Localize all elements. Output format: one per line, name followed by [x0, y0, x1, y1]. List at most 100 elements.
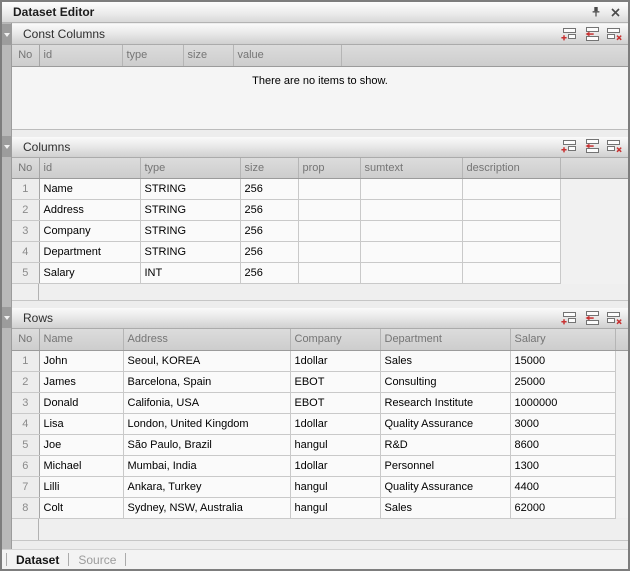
- column-header-id[interactable]: id: [39, 45, 122, 66]
- cell[interactable]: Mumbai, India: [123, 455, 290, 476]
- cell[interactable]: 25000: [510, 371, 615, 392]
- cell[interactable]: Quality Assurance: [380, 476, 510, 497]
- add-row-icon[interactable]: [560, 27, 577, 42]
- cell[interactable]: London, United Kingdom: [123, 413, 290, 434]
- cell[interactable]: hangul: [290, 476, 380, 497]
- cell[interactable]: [360, 221, 462, 242]
- cell[interactable]: [462, 200, 560, 221]
- cell[interactable]: 256: [240, 221, 298, 242]
- close-icon[interactable]: [610, 7, 621, 18]
- cell[interactable]: [360, 200, 462, 221]
- cell[interactable]: Sales: [380, 497, 510, 518]
- column-header-type[interactable]: type: [140, 158, 240, 179]
- cell[interactable]: 4400: [510, 476, 615, 497]
- move-row-icon[interactable]: [583, 139, 600, 154]
- cell[interactable]: [462, 263, 560, 284]
- cell[interactable]: Joe: [39, 434, 123, 455]
- cell[interactable]: John: [39, 350, 123, 371]
- cell[interactable]: Barcelona, Spain: [123, 371, 290, 392]
- cell[interactable]: STRING: [140, 200, 240, 221]
- cell[interactable]: Quality Assurance: [380, 413, 510, 434]
- collapse-const-columns-icon[interactable]: [2, 24, 12, 45]
- cell[interactable]: hangul: [290, 434, 380, 455]
- cell[interactable]: [298, 263, 360, 284]
- cell[interactable]: [462, 179, 560, 200]
- cell[interactable]: 15000: [510, 350, 615, 371]
- cell[interactable]: Consulting: [380, 371, 510, 392]
- cell[interactable]: Company: [39, 221, 140, 242]
- column-header-size[interactable]: size: [183, 45, 233, 66]
- cell[interactable]: Lilli: [39, 476, 123, 497]
- delete-row-icon[interactable]: [606, 139, 623, 154]
- cell[interactable]: Personnel: [380, 455, 510, 476]
- cell[interactable]: 256: [240, 200, 298, 221]
- cell[interactable]: [462, 242, 560, 263]
- cell[interactable]: 62000: [510, 497, 615, 518]
- cell[interactable]: [298, 242, 360, 263]
- cell[interactable]: Lisa: [39, 413, 123, 434]
- cell[interactable]: INT: [140, 263, 240, 284]
- column-header-prop[interactable]: prop: [298, 158, 360, 179]
- section-header-const-columns[interactable]: Const Columns: [12, 24, 628, 45]
- cell[interactable]: EBOT: [290, 371, 380, 392]
- cell[interactable]: 1dollar: [290, 350, 380, 371]
- cell[interactable]: [298, 221, 360, 242]
- cell[interactable]: 3000: [510, 413, 615, 434]
- cell[interactable]: hangul: [290, 497, 380, 518]
- cell[interactable]: 1300: [510, 455, 615, 476]
- cell[interactable]: 1000000: [510, 392, 615, 413]
- column-header-size[interactable]: size: [240, 158, 298, 179]
- column-header-salary[interactable]: Salary: [510, 329, 615, 350]
- column-header-value[interactable]: value: [233, 45, 341, 66]
- cell[interactable]: [462, 221, 560, 242]
- cell[interactable]: Address: [39, 200, 140, 221]
- column-header-type[interactable]: type: [122, 45, 183, 66]
- collapse-columns-icon[interactable]: [2, 136, 12, 157]
- section-header-columns[interactable]: Columns: [12, 137, 628, 158]
- cell[interactable]: Califonia, USA: [123, 392, 290, 413]
- column-header-name[interactable]: Name: [39, 329, 123, 350]
- cell[interactable]: EBOT: [290, 392, 380, 413]
- cell[interactable]: 256: [240, 242, 298, 263]
- cell[interactable]: STRING: [140, 221, 240, 242]
- cell[interactable]: Sydney, NSW, Australia: [123, 497, 290, 518]
- cell[interactable]: Name: [39, 179, 140, 200]
- cell[interactable]: [298, 179, 360, 200]
- cell[interactable]: R&D: [380, 434, 510, 455]
- tab-dataset[interactable]: Dataset: [16, 553, 59, 567]
- column-header-address[interactable]: Address: [123, 329, 290, 350]
- cell[interactable]: [360, 263, 462, 284]
- column-header-id[interactable]: id: [39, 158, 140, 179]
- column-header-department[interactable]: Department: [380, 329, 510, 350]
- add-row-icon[interactable]: [560, 311, 577, 326]
- cell[interactable]: Department: [39, 242, 140, 263]
- cell[interactable]: STRING: [140, 179, 240, 200]
- cell[interactable]: Ankara, Turkey: [123, 476, 290, 497]
- cell[interactable]: 1dollar: [290, 413, 380, 434]
- cell[interactable]: [360, 179, 462, 200]
- move-row-icon[interactable]: [583, 27, 600, 42]
- cell[interactable]: Salary: [39, 263, 140, 284]
- cell[interactable]: São Paulo, Brazil: [123, 434, 290, 455]
- cell[interactable]: [298, 200, 360, 221]
- collapse-rows-icon[interactable]: [2, 307, 12, 328]
- move-row-icon[interactable]: [583, 311, 600, 326]
- column-header-description[interactable]: description: [462, 158, 560, 179]
- cell[interactable]: 256: [240, 263, 298, 284]
- cell[interactable]: 8600: [510, 434, 615, 455]
- section-header-rows[interactable]: Rows: [12, 308, 628, 329]
- cell[interactable]: Seoul, KOREA: [123, 350, 290, 371]
- cell[interactable]: 256: [240, 179, 298, 200]
- delete-row-icon[interactable]: [606, 311, 623, 326]
- column-header-company[interactable]: Company: [290, 329, 380, 350]
- cell[interactable]: Michael: [39, 455, 123, 476]
- cell[interactable]: 1dollar: [290, 455, 380, 476]
- pin-icon[interactable]: [590, 6, 602, 18]
- cell[interactable]: Sales: [380, 350, 510, 371]
- cell[interactable]: Research Institute: [380, 392, 510, 413]
- delete-row-icon[interactable]: [606, 27, 623, 42]
- column-header-sumtext[interactable]: sumtext: [360, 158, 462, 179]
- cell[interactable]: Colt: [39, 497, 123, 518]
- cell[interactable]: STRING: [140, 242, 240, 263]
- cell[interactable]: Donald: [39, 392, 123, 413]
